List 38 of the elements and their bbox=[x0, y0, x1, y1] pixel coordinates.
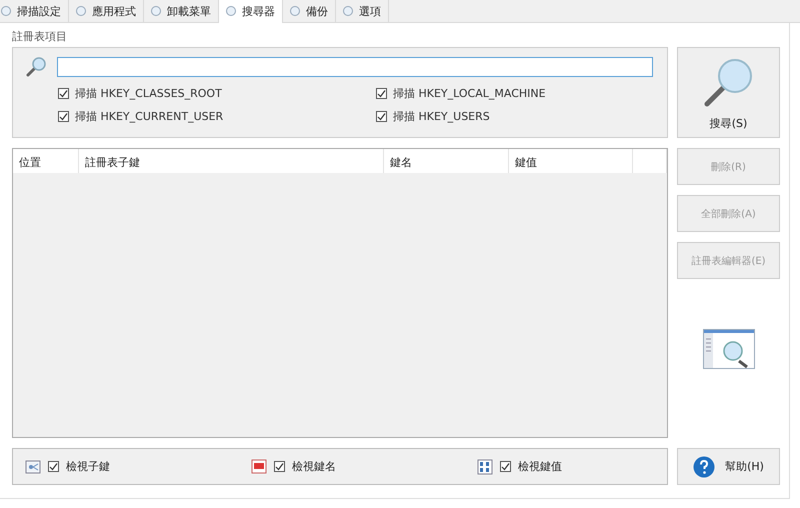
tab[interactable]: 掃描設定 bbox=[0, 0, 69, 22]
tab[interactable]: 選項 bbox=[336, 0, 389, 22]
search-button[interactable]: 搜尋(S) bbox=[677, 47, 780, 138]
check-icon bbox=[59, 89, 68, 98]
column-header[interactable]: 鍵名 bbox=[384, 149, 509, 173]
checkbox[interactable] bbox=[48, 461, 59, 472]
check-icon bbox=[377, 89, 386, 98]
checkbox[interactable] bbox=[58, 111, 69, 122]
tab[interactable]: 搜尋器 bbox=[219, 0, 283, 23]
help-icon bbox=[693, 456, 716, 478]
search-window-icon bbox=[702, 329, 754, 369]
search-icon bbox=[25, 56, 47, 78]
checkbox[interactable] bbox=[274, 461, 285, 472]
option-label: 檢視鍵值 bbox=[518, 459, 562, 474]
tree-icon bbox=[25, 458, 41, 474]
group-label: 註冊表項目 bbox=[12, 29, 68, 45]
help-button[interactable]: 幫助(H) bbox=[677, 448, 780, 485]
option-label: 檢視子鍵 bbox=[66, 459, 110, 474]
check-icon bbox=[275, 462, 284, 471]
option-label: 掃描 HKEY_CLASSES_ROOT bbox=[75, 86, 222, 101]
option-label: 掃描 HKEY_CURRENT_USER bbox=[75, 109, 224, 124]
option-label: 掃描 HKEY_USERS bbox=[393, 109, 490, 124]
checkbox[interactable] bbox=[58, 88, 69, 99]
option-label: 檢視鍵名 bbox=[292, 459, 336, 474]
checkbox[interactable] bbox=[376, 111, 387, 122]
column-header[interactable]: 註冊表子鍵 bbox=[79, 149, 384, 173]
search-field[interactable] bbox=[57, 57, 653, 77]
tab[interactable]: 備份 bbox=[283, 0, 336, 22]
checkbox[interactable] bbox=[376, 88, 387, 99]
tab[interactable]: 應用程式 bbox=[69, 0, 144, 22]
check-icon bbox=[377, 112, 386, 121]
column-header[interactable]: 鍵值 bbox=[509, 149, 633, 173]
check-icon bbox=[59, 112, 68, 121]
check-icon bbox=[49, 462, 58, 471]
checkbox[interactable] bbox=[500, 461, 511, 472]
check-icon bbox=[501, 462, 510, 471]
option-label: 掃描 HKEY_LOCAL_MACHINE bbox=[393, 86, 546, 101]
column-header[interactable]: 位置 bbox=[13, 149, 79, 173]
